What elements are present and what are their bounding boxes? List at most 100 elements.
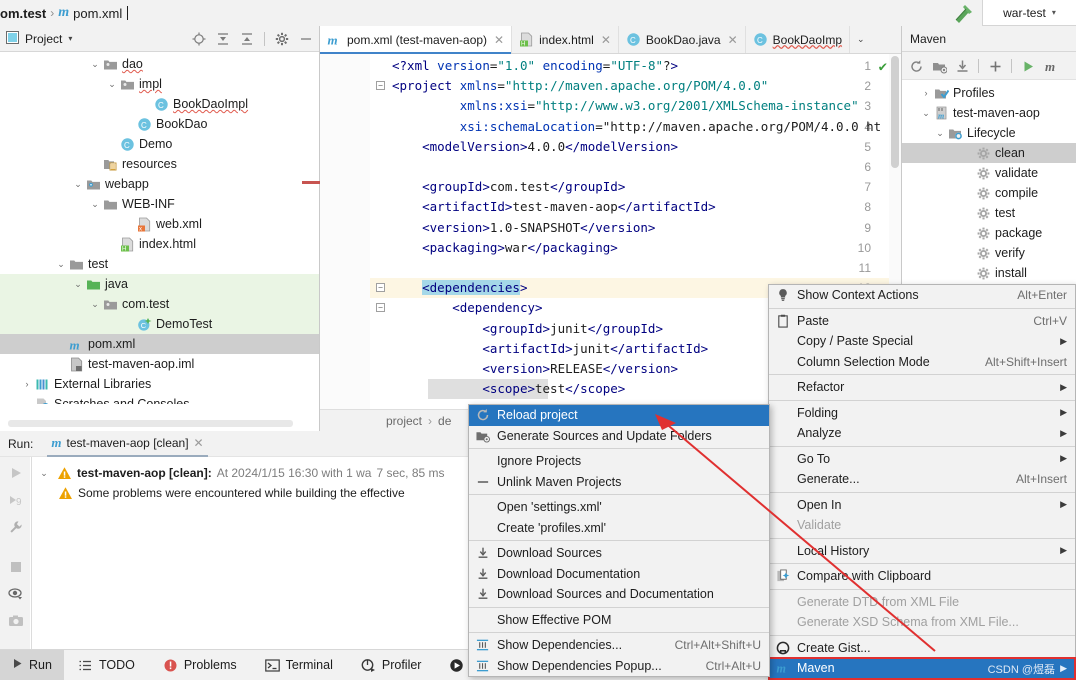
menu-item[interactable]: Generate... Alt+Insert: [769, 469, 1075, 490]
run-configuration-selector[interactable]: war-test ▾: [982, 0, 1076, 26]
fold-toggle-icon[interactable]: −: [376, 81, 385, 91]
project-tree-row[interactable]: ⌄ com.test: [0, 294, 319, 314]
menu-item[interactable]: Copy / Paste Special ▶: [769, 331, 1075, 352]
generate-sources-icon[interactable]: [932, 59, 948, 73]
maven-tree-row[interactable]: validate: [902, 163, 1076, 183]
menu-item[interactable]: Folding ▶: [769, 403, 1075, 424]
chevron-down-icon[interactable]: ⌄: [89, 58, 101, 70]
project-tree-row[interactable]: resources: [0, 154, 319, 174]
project-tree-row[interactable]: ⌄ dao: [0, 54, 319, 74]
add-icon[interactable]: [988, 59, 1002, 73]
editor-scrollbar-thumb[interactable]: [891, 56, 899, 168]
download-sources-icon[interactable]: [955, 59, 969, 73]
maven-tree-row[interactable]: test: [902, 203, 1076, 223]
status-bar-run[interactable]: Run: [0, 649, 64, 680]
editor-breadcrumb-item-0[interactable]: project: [386, 414, 422, 428]
project-tree-row[interactable]: Scratches and Consoles: [0, 394, 319, 404]
maven-tree-row[interactable]: › Profiles: [902, 83, 1076, 103]
project-tree-row[interactable]: C BookDaoImpl: [0, 94, 319, 114]
rerun-icon[interactable]: [8, 465, 22, 479]
project-tree-row[interactable]: C Demo: [0, 134, 319, 154]
inspection-ok-icon[interactable]: ✔: [879, 59, 887, 75]
project-tree-row[interactable]: › External Libraries: [0, 374, 319, 394]
menu-item[interactable]: Generate DTD from XML File: [769, 592, 1075, 613]
chevron-down-icon[interactable]: ⌄: [106, 78, 118, 90]
maven-tree-row[interactable]: compile: [902, 183, 1076, 203]
editor-tab[interactable]: C BookDaoImp: [746, 26, 851, 53]
menu-item[interactable]: Download Sources and Documentation: [469, 584, 769, 605]
menu-item[interactable]: Show Context Actions Alt+Enter: [769, 285, 1075, 306]
breadcrumb-file[interactable]: pom.xml: [73, 6, 122, 21]
menu-item[interactable]: Download Sources: [469, 543, 769, 564]
menu-item[interactable]: Compare with Clipboard: [769, 566, 1075, 587]
close-icon[interactable]: ✕: [601, 33, 611, 47]
chevron-down-icon[interactable]: ⌄: [934, 127, 946, 139]
wrench-settings-icon[interactable]: [8, 519, 22, 533]
status-bar-item[interactable]: TODO: [64, 658, 149, 673]
chevron-down-icon[interactable]: ▾: [68, 34, 72, 43]
maven-tree-row[interactable]: install: [902, 263, 1076, 283]
editor-context-menu[interactable]: Show Context Actions Alt+Enter Paste Ctrl+V…: [768, 284, 1076, 680]
editor-breadcrumb-item-1[interactable]: de: [438, 414, 451, 428]
project-tree-row[interactable]: m pom.xml: [0, 334, 319, 354]
menu-item[interactable]: Unlink Maven Projects: [469, 472, 769, 493]
menu-item[interactable]: Download Documentation: [469, 564, 769, 585]
run-output[interactable]: ⌄ test-maven-aop [clean]: At 2024/1/15 16:…: [31, 457, 470, 649]
chevron-down-icon[interactable]: ⌄: [920, 107, 932, 119]
menu-item[interactable]: Validate: [769, 515, 1075, 536]
chevron-down-icon[interactable]: ⌄: [89, 198, 101, 210]
menu-item[interactable]: Create 'profiles.xml': [469, 518, 769, 539]
menu-item[interactable]: Generate XSD Schema from XML File...: [769, 612, 1075, 633]
settings-gear-icon[interactable]: [275, 32, 289, 46]
project-tree-row[interactable]: x web.xml: [0, 214, 319, 234]
chevron-down-icon[interactable]: ⌄: [89, 298, 101, 310]
maven-submenu[interactable]: Reload project Generate Sources and Updat…: [468, 404, 770, 677]
expand-all-icon[interactable]: [216, 32, 230, 46]
maven-tree[interactable]: › Profiles ⌄ m test-maven-aop ⌄ Lifecycle clean…: [902, 80, 1076, 283]
menu-item[interactable]: Ignore Projects: [469, 451, 769, 472]
project-tree-row[interactable]: ⌄ webapp: [0, 174, 319, 194]
project-tree-row[interactable]: C DemoTest: [0, 314, 319, 334]
run-icon[interactable]: [1021, 59, 1035, 73]
project-tree-row[interactable]: C BookDao: [0, 114, 319, 134]
maven-tree-row[interactable]: ⌄ m test-maven-aop: [902, 103, 1076, 123]
maven-tree-row[interactable]: verify: [902, 243, 1076, 263]
menu-item[interactable]: Generate Sources and Update Folders: [469, 426, 769, 447]
menu-item[interactable]: Analyze ▶: [769, 423, 1075, 444]
chevron-right-icon[interactable]: ›: [21, 378, 33, 390]
project-horizontal-scrollbar[interactable]: [8, 420, 293, 427]
rerun-failed-icon[interactable]: 9: [8, 492, 22, 508]
chevron-down-icon[interactable]: ⌄: [55, 258, 67, 270]
chevron-down-icon[interactable]: ⌄: [38, 467, 50, 479]
chevron-down-icon[interactable]: ⌄: [72, 278, 84, 290]
project-tree-row[interactable]: test-maven-aop.iml: [0, 354, 319, 374]
run-output-row[interactable]: Some problems were encountered while bui…: [32, 483, 470, 503]
close-icon[interactable]: ✕: [728, 33, 738, 47]
project-tree-row[interactable]: Hindex.html: [0, 234, 319, 254]
collapse-all-icon[interactable]: [240, 32, 254, 46]
editor-tab[interactable]: Hindex.html ✕: [512, 26, 619, 53]
fold-toggle-icon[interactable]: −: [376, 283, 385, 293]
menu-item[interactable]: Paste Ctrl+V: [769, 311, 1075, 332]
close-icon[interactable]: ✕: [494, 33, 504, 47]
menu-item[interactable]: Refactor ▶: [769, 377, 1075, 398]
editor-tab[interactable]: m pom.xml (test-maven-aop) ✕: [320, 26, 513, 54]
status-bar-item[interactable]: Profiler: [347, 658, 436, 673]
run-output-row[interactable]: ⌄ test-maven-aop [clean]: At 2024/1/15 16:…: [32, 463, 470, 483]
maven-settings-icon[interactable]: m: [1044, 59, 1058, 74]
maven-tree-row[interactable]: package: [902, 223, 1076, 243]
project-tree[interactable]: ⌄ dao ⌄ impl C BookDaoImpl C BookDao C Demo resour…: [0, 52, 319, 404]
menu-item[interactable]: Column Selection Mode Alt+Shift+Insert: [769, 352, 1075, 373]
menu-item[interactable]: Create Gist...: [769, 638, 1075, 659]
camera-icon[interactable]: [8, 613, 23, 627]
menu-item[interactable]: Go To ▶: [769, 449, 1075, 470]
menu-item[interactable]: Show Dependencies... Ctrl+Alt+Shift+U: [469, 635, 769, 656]
project-tree-row[interactable]: ⌄ java: [0, 274, 319, 294]
status-bar-item[interactable]: Terminal: [251, 658, 347, 673]
maven-tree-row[interactable]: ⌄ Lifecycle: [902, 123, 1076, 143]
project-tree-row[interactable]: ⌄ impl: [0, 74, 319, 94]
menu-item[interactable]: Reload project: [469, 405, 769, 426]
close-icon[interactable]: ✕: [194, 436, 204, 450]
menu-item[interactable]: Open 'settings.xml': [469, 497, 769, 518]
run-tab[interactable]: m test-maven-aop [clean] ✕: [45, 431, 209, 457]
